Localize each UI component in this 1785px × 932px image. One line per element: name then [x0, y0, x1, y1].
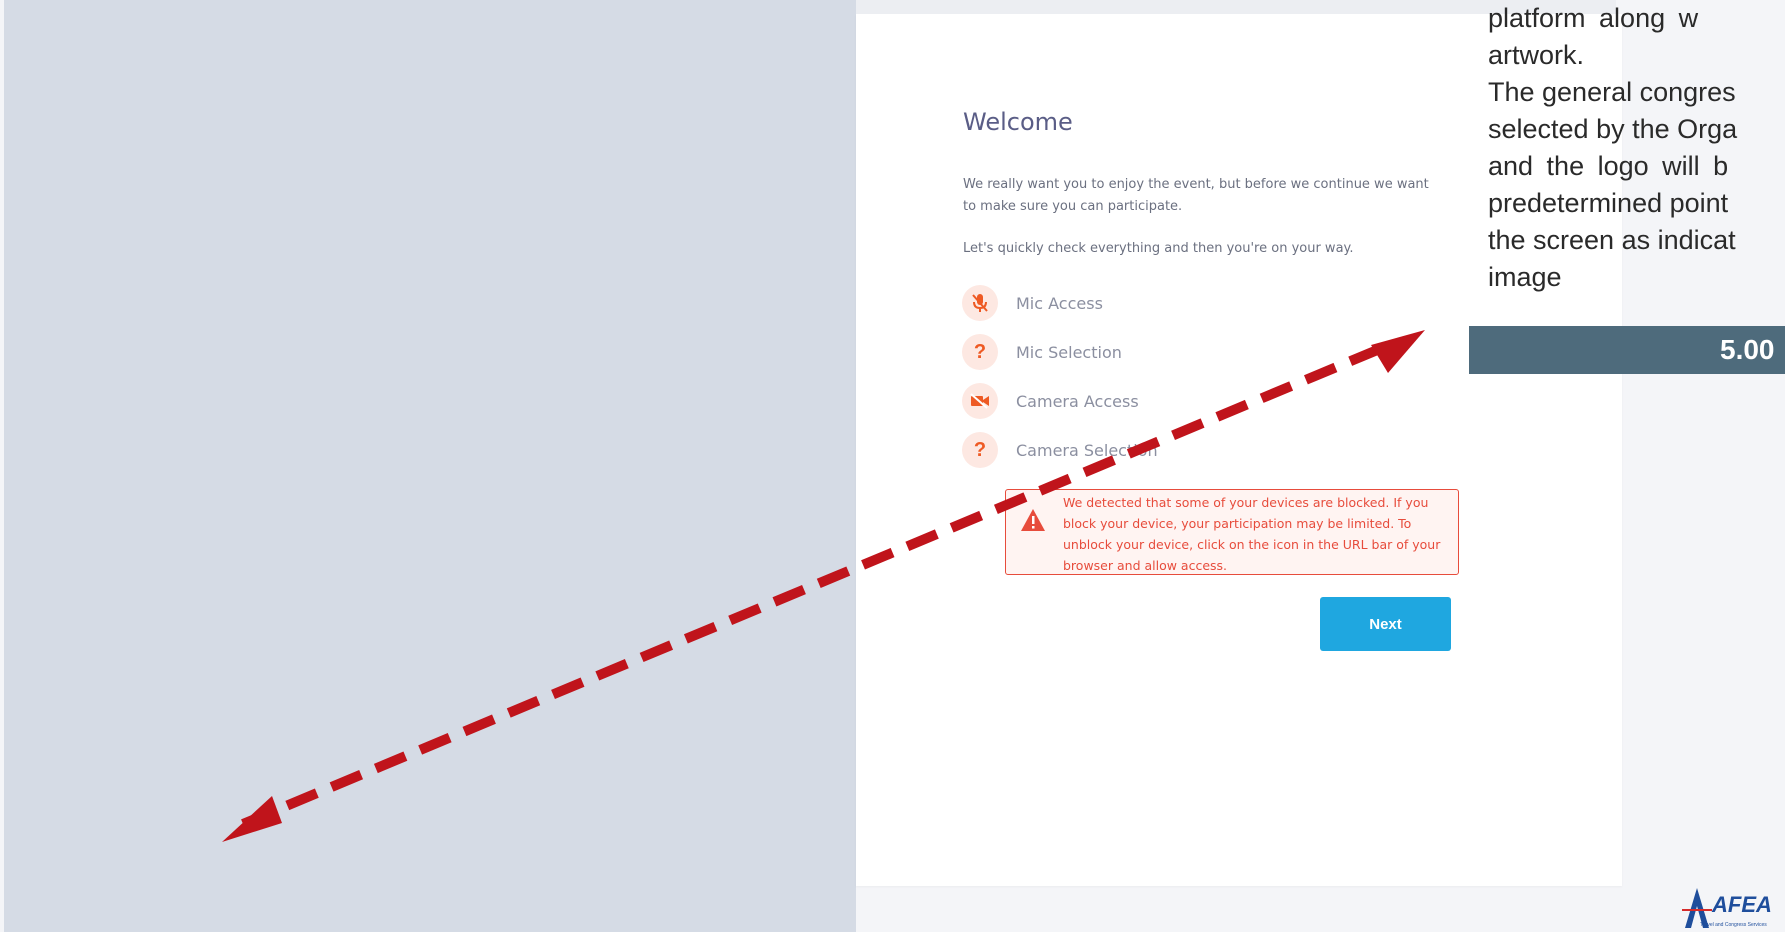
- arrowhead-left-icon: [222, 796, 282, 842]
- arrowhead-right-icon: [1371, 330, 1425, 373]
- logo-tagline: Travel and Congress Services: [1700, 922, 1767, 928]
- logo-brand: AFEA: [1712, 892, 1772, 917]
- double-arrow-annotation: [222, 330, 1425, 842]
- dashed-arrow-line: [241, 338, 1396, 829]
